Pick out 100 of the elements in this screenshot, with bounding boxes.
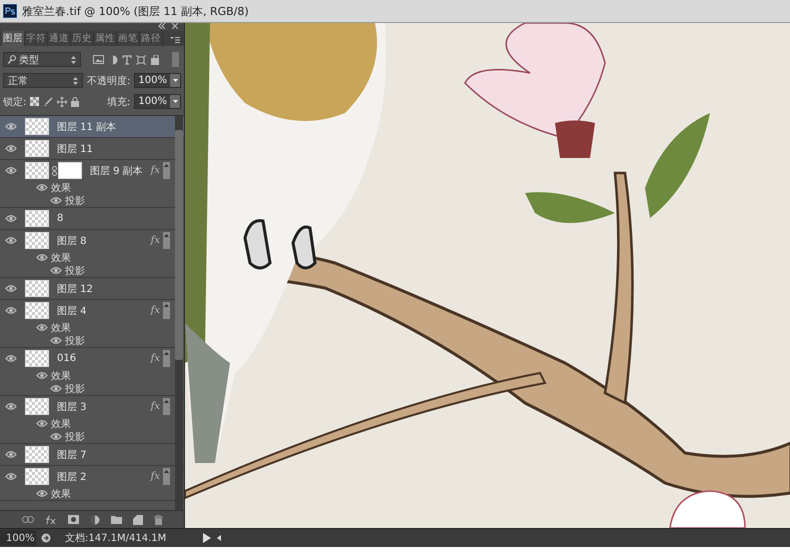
add-mask-icon[interactable]: [68, 515, 78, 524]
panel-tab[interactable]: 通道: [48, 31, 71, 46]
layer-name: 图层 8: [57, 234, 88, 248]
fx-label: fx: [150, 235, 160, 246]
layer-row[interactable]: 图层 3 fx: [0, 396, 184, 417]
layer-row[interactable]: 图层 9 副本 fx: [0, 160, 184, 181]
filter-toggle[interactable]: [172, 52, 179, 67]
eye-icon[interactable]: [36, 183, 48, 192]
scrollbar-thumb[interactable]: [175, 130, 183, 360]
eye-icon[interactable]: [5, 236, 17, 245]
eye-icon[interactable]: [50, 336, 62, 345]
layer-style-icon[interactable]: [44, 514, 56, 524]
layer-row[interactable]: 图层 11 副本: [0, 116, 184, 137]
effects-label: 效果: [51, 322, 71, 334]
image-filter-icon[interactable]: [93, 55, 104, 64]
app-logo-icon: [3, 4, 17, 18]
zoom-field[interactable]: 100%: [0, 530, 36, 546]
layer-row[interactable]: 图层 12: [0, 278, 184, 299]
adjustment-layer-icon[interactable]: [90, 514, 100, 524]
eye-icon[interactable]: [5, 144, 17, 153]
eye-icon[interactable]: [50, 384, 62, 393]
eye-icon[interactable]: [36, 371, 48, 380]
eye-icon[interactable]: [5, 166, 17, 175]
fx-label: fx: [150, 471, 160, 482]
eye-icon[interactable]: [50, 196, 62, 205]
eye-icon[interactable]: [36, 489, 48, 498]
panel-menu-icon[interactable]: [170, 37, 180, 43]
close-icon[interactable]: [172, 23, 178, 29]
fx-label: fx: [150, 401, 160, 412]
effects-toggle[interactable]: [163, 302, 170, 319]
effects-toggle[interactable]: [163, 468, 170, 485]
layer-row[interactable]: 图层 2 fx: [0, 466, 184, 487]
brush-icon[interactable]: [43, 96, 54, 106]
eye-icon[interactable]: [5, 284, 17, 293]
filter-dropdown[interactable]: 类型: [3, 52, 81, 67]
type-filter-icon[interactable]: [122, 54, 132, 64]
eye-icon[interactable]: [36, 419, 48, 428]
collapse-icon[interactable]: [158, 23, 166, 29]
layer-name: 016: [57, 353, 78, 364]
eye-icon[interactable]: [5, 122, 17, 131]
layer-name: 图层 4: [57, 304, 88, 318]
layer-row[interactable]: 图层 8 fx: [0, 230, 184, 251]
panel-tab[interactable]: 路径: [140, 31, 163, 46]
eye-icon[interactable]: [5, 354, 17, 363]
effects-toggle[interactable]: [163, 232, 170, 249]
effects-label: 效果: [51, 488, 71, 500]
new-layer-icon[interactable]: [132, 514, 142, 524]
layer-row[interactable]: 图层 4 fx: [0, 300, 184, 321]
export-icon[interactable]: [41, 533, 51, 543]
eye-icon[interactable]: [36, 253, 48, 262]
eye-icon[interactable]: [5, 450, 17, 459]
layer-thumbnail: [25, 350, 49, 367]
eye-icon[interactable]: [36, 323, 48, 332]
link-layers-icon[interactable]: [22, 516, 34, 523]
layer-name: 8: [57, 213, 64, 224]
blend-mode-dropdown[interactable]: 正常: [3, 73, 84, 88]
lock-icon[interactable]: [71, 96, 80, 106]
eye-icon[interactable]: [5, 402, 17, 411]
play-icon[interactable]: [203, 533, 211, 543]
effect-name: 投影: [65, 430, 85, 444]
panel-tab[interactable]: 属性: [94, 31, 117, 46]
effect-name: 投影: [65, 264, 85, 278]
trash-icon[interactable]: [154, 514, 162, 524]
smart-object-filter-icon[interactable]: [150, 54, 160, 64]
layer-row[interactable]: 图层 7: [0, 444, 184, 465]
panel-tab[interactable]: 字符: [25, 31, 48, 46]
eye-icon[interactable]: [50, 266, 62, 275]
eye-icon[interactable]: [5, 214, 17, 223]
scroll-left-icon[interactable]: [217, 535, 221, 541]
effects-toggle[interactable]: [163, 162, 170, 179]
eye-icon[interactable]: [5, 472, 17, 481]
eye-icon[interactable]: [5, 306, 17, 315]
panel-tab[interactable]: 图层: [2, 31, 25, 46]
fx-label: fx: [150, 353, 160, 364]
panel-tab[interactable]: 历史: [71, 31, 94, 46]
layer-thumbnail: [25, 118, 49, 135]
layer-name: 图层 7: [57, 448, 88, 462]
lock-transparency-icon[interactable]: [30, 97, 40, 106]
document-title[interactable]: 雅室兰春.tif @ 100% (图层 11 副本, RGB/8): [22, 4, 249, 18]
layer-row[interactable]: 8: [0, 208, 184, 229]
shape-filter-icon[interactable]: [136, 54, 146, 64]
layer-row[interactable]: 图层 11: [0, 138, 184, 159]
layer-row[interactable]: 016 fx: [0, 348, 184, 369]
effects-toggle[interactable]: [163, 350, 170, 367]
panel-tab[interactable]: 画笔: [117, 31, 140, 46]
eye-icon[interactable]: [50, 432, 62, 441]
layer-thumbnail: [25, 210, 49, 227]
adjustment-filter-icon[interactable]: [108, 54, 118, 64]
caret-up-icon: [164, 352, 169, 355]
link-icon[interactable]: [52, 166, 57, 176]
caret-up-icon: [164, 164, 169, 167]
effect-name: 投影: [65, 334, 85, 348]
effects-toggle[interactable]: [163, 398, 170, 415]
fill-field[interactable]: 100%: [134, 94, 181, 109]
folder-icon[interactable]: [110, 515, 122, 524]
layer-name: 图层 11 副本: [57, 120, 118, 134]
opacity-field[interactable]: 100%: [134, 73, 181, 88]
spinner-caret-icon: [71, 56, 76, 64]
layer-thumbnail: [25, 162, 49, 179]
move-icon[interactable]: [57, 96, 68, 106]
